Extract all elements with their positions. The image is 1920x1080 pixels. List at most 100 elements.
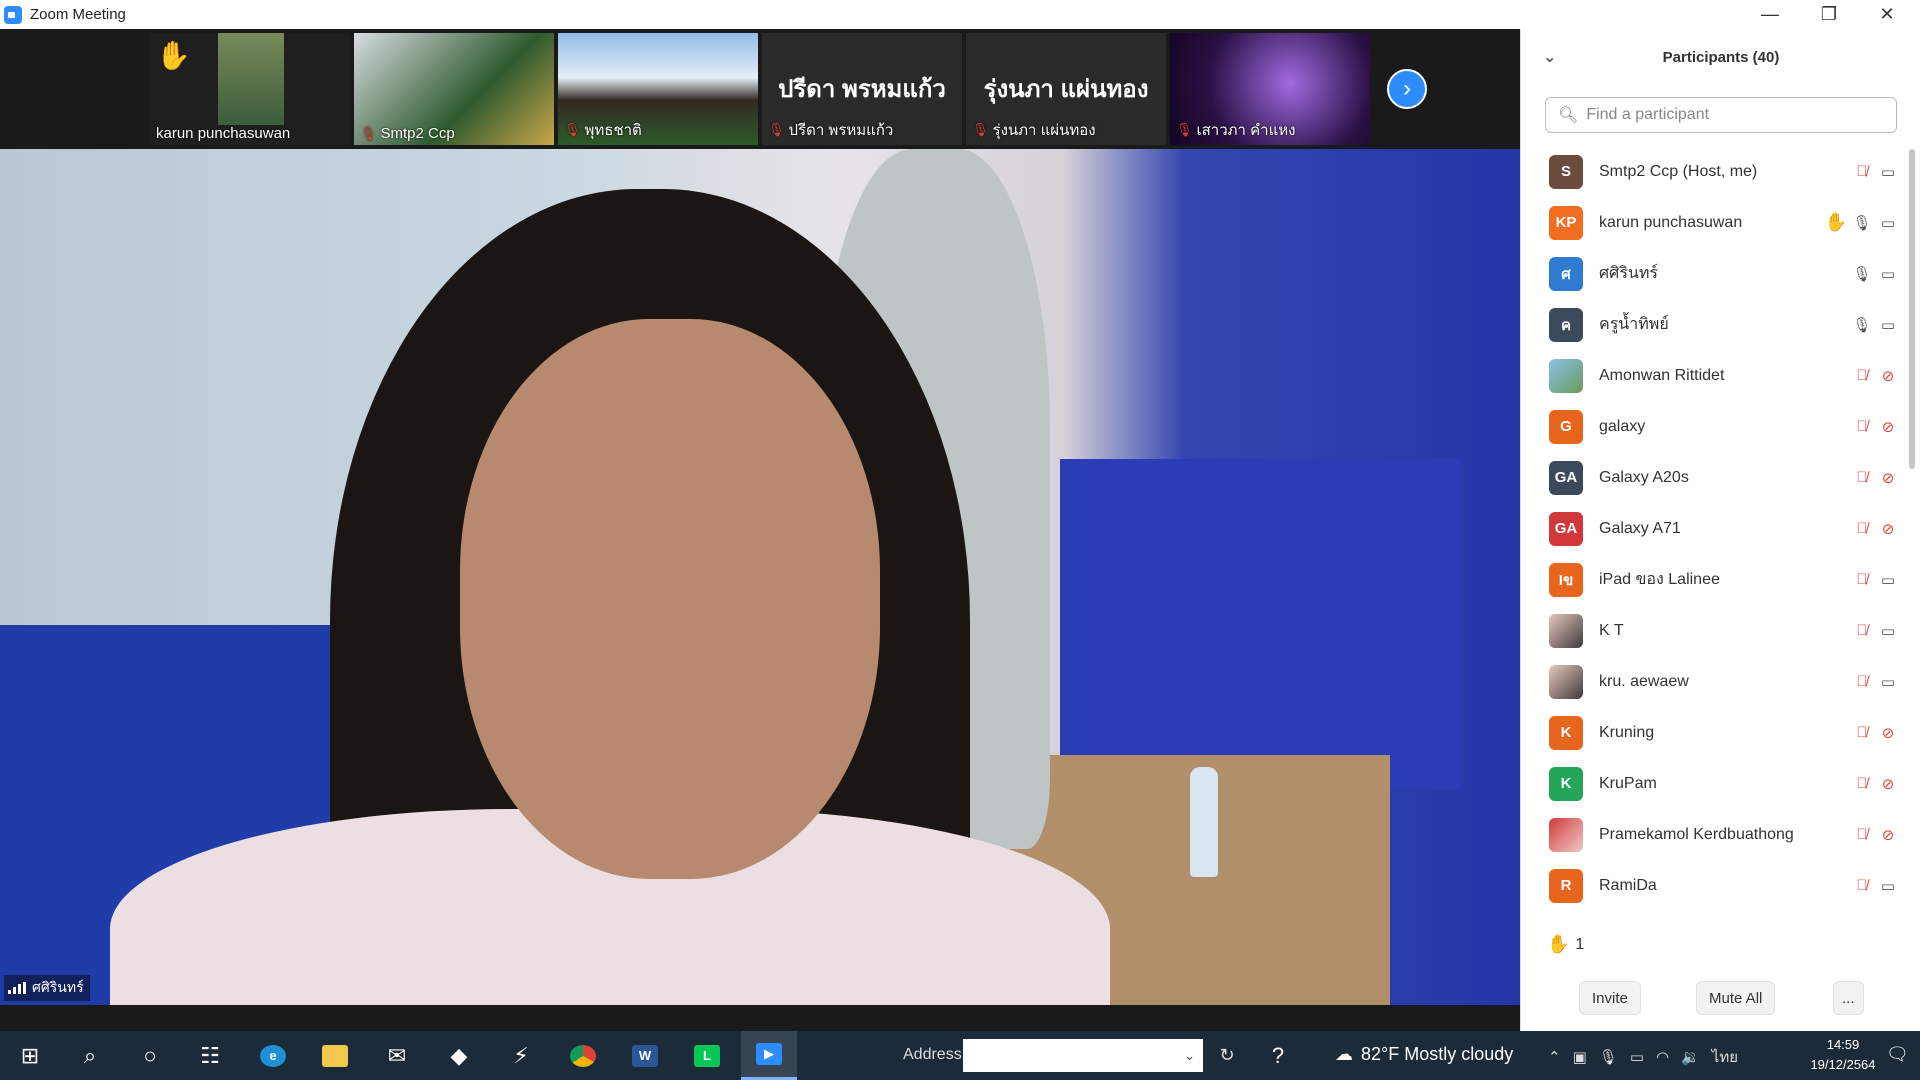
video-tile[interactable]: รุ่งนภา แผ่นทอง 🎙 รุ่งนภา แผ่นทอง: [966, 33, 1166, 145]
raised-count: 1: [1575, 935, 1585, 953]
scrollbar[interactable]: [1909, 149, 1915, 469]
participant-row[interactable]: Amonwan Rittidet 🎙̸ ⊘: [1521, 350, 1901, 401]
video-blocked-icon[interactable]: ⊘: [1875, 826, 1901, 844]
video-tile[interactable]: 🎙 เสาวภา คำแหง: [1170, 33, 1370, 145]
video-off-icon[interactable]: ▭: [1875, 571, 1901, 589]
cortana-icon[interactable]: ○: [122, 1031, 178, 1080]
participant-name: RamiDa: [1599, 876, 1657, 894]
muted-mic-icon[interactable]: 🎙̸: [1849, 826, 1875, 843]
chevron-down-icon[interactable]: ⌄: [1184, 1048, 1195, 1064]
video-blocked-icon[interactable]: ⊘: [1875, 367, 1901, 385]
video-tile[interactable]: 🎙 Smtp2 Ccp: [354, 33, 554, 145]
participant-row[interactable]: GA Galaxy A20s 🎙̸ ⊘: [1521, 452, 1901, 503]
raised-hand-icon: ✋: [156, 40, 191, 71]
participant-status: 🎙̸ ▭: [1849, 605, 1901, 656]
video-blocked-icon[interactable]: ⊘: [1875, 724, 1901, 742]
mail-icon[interactable]: ✉: [369, 1031, 425, 1080]
participant-row[interactable]: R RamiDa 🎙̸ ▭: [1521, 860, 1901, 911]
chevron-down-icon[interactable]: ⌄: [1543, 47, 1556, 67]
video-off-icon[interactable]: ▭: [1875, 214, 1901, 232]
invite-button[interactable]: Invite: [1579, 981, 1641, 1015]
avatar: [1549, 358, 1583, 393]
wifi-icon[interactable]: ◠: [1656, 1048, 1669, 1066]
video-off-icon[interactable]: ▭: [1875, 163, 1901, 181]
muted-mic-icon[interactable]: 🎙̸: [1849, 673, 1875, 690]
edge-icon[interactable]: e: [245, 1031, 301, 1080]
chevron-up-icon[interactable]: ⌃: [1548, 1048, 1561, 1066]
language-indicator[interactable]: ไทย: [1712, 1045, 1738, 1069]
video-off-icon[interactable]: ▭: [1875, 316, 1901, 334]
video-blocked-icon[interactable]: ⊘: [1875, 520, 1901, 538]
search-input[interactable]: [1584, 105, 1889, 125]
video-tile[interactable]: 🎙 พุทธชาติ: [558, 33, 758, 145]
minimize-button[interactable]: —: [1741, 0, 1799, 29]
avatar: [1549, 817, 1583, 852]
muted-mic-icon[interactable]: 🎙̸: [1849, 775, 1875, 792]
mic-icon[interactable]: 🎙: [1849, 214, 1875, 232]
refresh-icon[interactable]: ↻: [1210, 1039, 1244, 1072]
participant-status: 🎙̸ ⊘: [1849, 758, 1901, 809]
active-speaker-video: ศศิรินทร์: [0, 149, 1520, 1005]
participant-row[interactable]: GA Galaxy A71 🎙̸ ⊘: [1521, 503, 1901, 554]
participant-row[interactable]: K Kruning 🎙̸ ⊘: [1521, 707, 1901, 758]
video-tile[interactable]: ปรีดา พรหมแก้ว 🎙 ปรีดา พรหมแก้ว: [762, 33, 962, 145]
participant-row[interactable]: S Smtp2 Ccp (Host, me) 🎙̸ ▭: [1521, 146, 1901, 197]
close-button[interactable]: ✕: [1858, 0, 1916, 29]
battery-icon[interactable]: ▭: [1630, 1048, 1644, 1066]
device-icon[interactable]: ▣: [1573, 1048, 1587, 1066]
muted-mic-icon[interactable]: 🎙̸: [1849, 163, 1875, 180]
video-off-icon[interactable]: ▭: [1875, 673, 1901, 691]
participant-row[interactable]: Iข iPad ของ Lalinee 🎙̸ ▭: [1521, 554, 1901, 605]
weather-widget[interactable]: ☁ 82°F Mostly cloudy: [1335, 1044, 1513, 1065]
volume-icon[interactable]: 🔉: [1681, 1048, 1700, 1066]
muted-mic-icon[interactable]: 🎙̸: [1849, 724, 1875, 741]
muted-mic-icon[interactable]: 🎙̸: [1849, 418, 1875, 435]
next-page-button[interactable]: ›: [1387, 69, 1427, 109]
participant-row[interactable]: K T 🎙̸ ▭: [1521, 605, 1901, 656]
participant-status: 🎙̸ ▭: [1849, 656, 1901, 707]
file-explorer-icon[interactable]: [307, 1031, 363, 1080]
mic-icon[interactable]: 🎙: [1849, 316, 1875, 334]
muted-mic-icon[interactable]: 🎙̸: [1849, 469, 1875, 486]
more-options-button[interactable]: ...: [1833, 981, 1864, 1015]
word-icon[interactable]: W: [617, 1031, 673, 1080]
video-off-icon[interactable]: ▭: [1875, 622, 1901, 640]
line-icon[interactable]: L: [679, 1031, 735, 1080]
muted-mic-icon[interactable]: 🎙̸: [1849, 571, 1875, 588]
participant-row[interactable]: ค ครูน้ำทิพย์ 🎙 ▭: [1521, 299, 1901, 350]
participant-row[interactable]: K KruPam 🎙̸ ⊘: [1521, 758, 1901, 809]
participant-row[interactable]: kru. aewaew 🎙̸ ▭: [1521, 656, 1901, 707]
notifications-icon[interactable]: 🗨: [1886, 1044, 1909, 1065]
window-title: Zoom Meeting: [30, 6, 126, 23]
participant-row[interactable]: KP karun punchasuwan ✋ 🎙 ▭: [1521, 197, 1901, 248]
video-off-icon[interactable]: ▭: [1875, 877, 1901, 895]
task-view-icon[interactable]: ☷: [182, 1031, 238, 1080]
dropbox-icon[interactable]: ◆: [431, 1031, 487, 1080]
video-off-icon[interactable]: ▭: [1875, 265, 1901, 283]
video-tile[interactable]: ✋ karun punchasuwan: [150, 33, 350, 145]
start-button[interactable]: ⊞: [2, 1031, 58, 1080]
restore-button[interactable]: ❐: [1800, 0, 1858, 29]
microphone-icon[interactable]: 🎙: [1599, 1048, 1618, 1066]
video-blocked-icon[interactable]: ⊘: [1875, 775, 1901, 793]
participant-row[interactable]: Pramekamol Kerdbuathong 🎙̸ ⊘: [1521, 809, 1901, 860]
video-blocked-icon[interactable]: ⊘: [1875, 418, 1901, 436]
mic-icon[interactable]: 🎙: [1849, 265, 1875, 283]
zoom-taskbar-icon[interactable]: ▶: [741, 1031, 797, 1080]
mute-all-button[interactable]: Mute All: [1696, 981, 1776, 1015]
participant-row[interactable]: ศ ศศิรินทร์ 🎙 ▭: [1521, 248, 1901, 299]
help-icon[interactable]: ?: [1250, 1031, 1306, 1080]
participant-search[interactable]: 🔍︎: [1545, 97, 1897, 133]
app-icon[interactable]: ⚡: [493, 1031, 549, 1080]
chrome-icon[interactable]: [555, 1031, 611, 1080]
muted-mic-icon[interactable]: 🎙̸: [1849, 877, 1875, 894]
muted-mic-icon[interactable]: 🎙̸: [1849, 520, 1875, 537]
participant-status: ✋ 🎙 ▭: [1823, 197, 1901, 248]
address-input[interactable]: ⌄: [963, 1039, 1203, 1072]
search-icon[interactable]: ⌕: [62, 1031, 118, 1080]
participant-row[interactable]: Ggalaxy 🎙̸ ⊘: [1521, 401, 1901, 452]
video-blocked-icon[interactable]: ⊘: [1875, 469, 1901, 487]
muted-mic-icon[interactable]: 🎙̸: [1849, 367, 1875, 384]
clock[interactable]: 14:59 19/12/2564: [1808, 1035, 1878, 1075]
muted-mic-icon[interactable]: 🎙̸: [1849, 622, 1875, 639]
